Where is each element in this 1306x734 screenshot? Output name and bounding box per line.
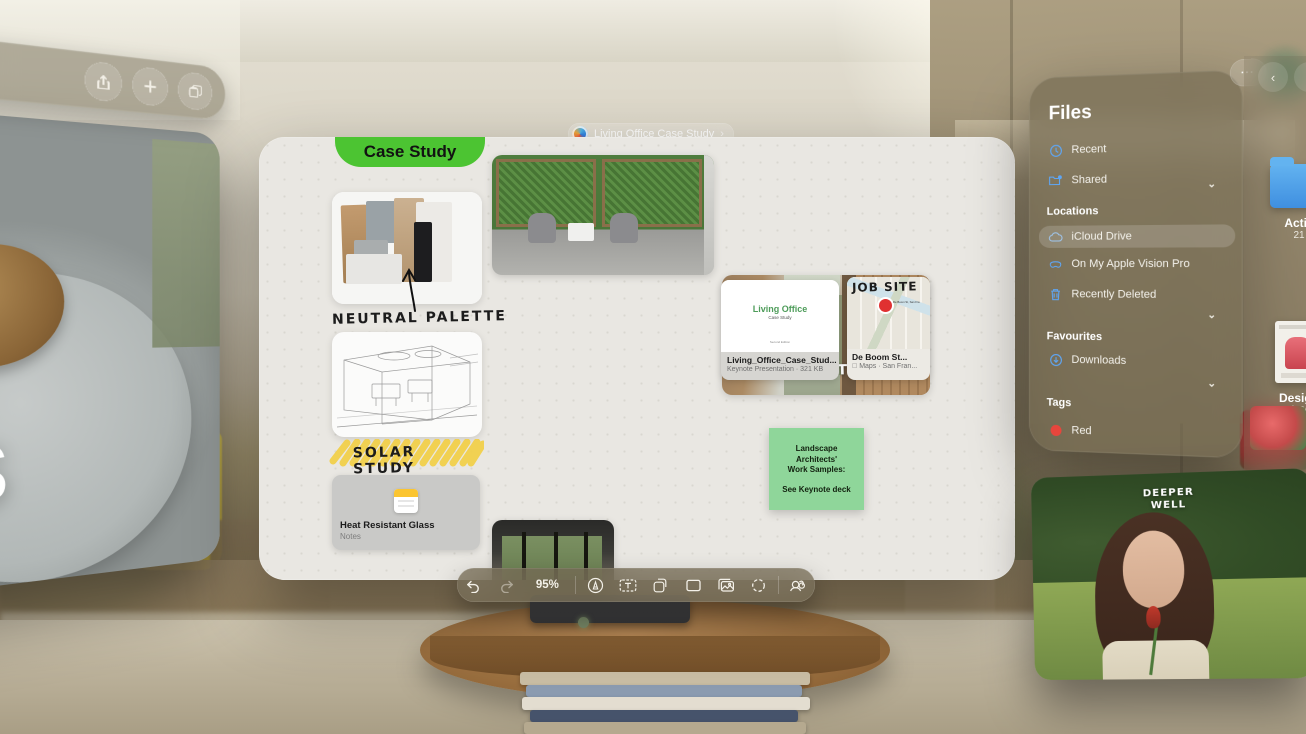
keynote-file-name: Living_Office_Case_Stud... (727, 355, 837, 365)
freeform-canvas[interactable]: Case Study NEUTRAL PALETTE SOLAR STUDY H… (259, 137, 1015, 580)
share-icon[interactable] (84, 60, 123, 103)
case-study-banner-label: Case Study (363, 142, 457, 161)
browser-item-folder[interactable]: Activ 21 (1254, 157, 1306, 241)
section-header-label: Locations (1046, 205, 1099, 218)
freeform-window[interactable]: Case Study NEUTRAL PALETTE SOLAR STUDY H… (259, 137, 1015, 580)
arrow-annotation (402, 267, 416, 312)
device-indicator-light (578, 617, 589, 628)
browser-item-meta: 21 (1293, 230, 1305, 241)
files-browser-window[interactable]: ‹ › Activ 21 Design 29/03/20 1.0 (1244, 56, 1306, 486)
map-pin-icon (879, 299, 892, 312)
annotation-solar-study: SOLAR STUDY (352, 444, 416, 478)
files-title: Files (1048, 101, 1092, 125)
document-thumbnail (1275, 321, 1306, 383)
download-icon (1049, 352, 1063, 366)
webpage-hero-image (0, 100, 220, 608)
sidebar-item-label: Downloads (1071, 353, 1127, 368)
maps-file-meta:  Maps · San Fran... (852, 363, 917, 370)
undo-icon[interactable] (457, 568, 490, 602)
chevron-down-icon[interactable]: ⌄ (1207, 310, 1216, 322)
text-box-icon[interactable] (612, 568, 645, 602)
rose-bloom (1146, 605, 1161, 629)
section-header-label: Favourites (1046, 330, 1103, 344)
keynote-preview-title: Living Office (752, 304, 808, 314)
sidebar-item-recent[interactable]: Recent (1039, 135, 1235, 162)
files-sidebar-window[interactable]: ⋯ Files Recent Shared Locations ⌄ iCloud… (1029, 58, 1267, 459)
sidebar-item-icloud-drive[interactable]: iCloud Drive (1038, 224, 1236, 248)
redo-icon[interactable] (490, 568, 523, 602)
sidebar-item-label: iCloud Drive (1071, 230, 1132, 243)
video-panel-window[interactable]: DEEPER WELL (1030, 468, 1306, 681)
video-frame[interactable]: DEEPER WELL (1030, 468, 1306, 681)
safari-webpage[interactable]: mics (0, 100, 220, 608)
freeform-toolbar[interactable]: 95% (457, 568, 815, 602)
cloud-icon (1049, 230, 1063, 244)
sticky-note[interactable]: Landscape Architects' Work Samples: See … (769, 428, 864, 510)
collaborate-icon[interactable] (782, 568, 815, 602)
chevron-down-icon[interactable]: ⌄ (1207, 179, 1216, 191)
sidebar-item-label: Recently Deleted (1071, 288, 1157, 301)
link-icon[interactable] (743, 568, 776, 602)
toolbar-divider (778, 576, 780, 594)
map-pin-label: De Boom St, San Fra (893, 300, 920, 304)
trash-icon (1049, 287, 1063, 301)
chevron-left-icon[interactable]: ‹ (1258, 62, 1288, 92)
sidebar-item-downloads[interactable]: Downloads (1039, 348, 1235, 374)
markup-pen-icon[interactable] (579, 568, 612, 602)
sidebar-item-on-my-apple-vision-pro[interactable]: On My Apple Vision Pro (1039, 253, 1235, 276)
notes-icon (394, 489, 418, 513)
sticky-note-icon[interactable] (677, 568, 710, 602)
book-stack (520, 672, 820, 734)
subject-body (1102, 639, 1211, 681)
new-tab-icon[interactable] (132, 65, 169, 108)
safari-window[interactable]: mics AA (0, 7, 240, 608)
clock-icon (1049, 143, 1063, 157)
shared-folder-icon (1049, 173, 1063, 187)
annotation-neutral-palette: NEUTRAL PALETTE (331, 308, 508, 328)
tabs-icon[interactable] (177, 70, 213, 112)
sidebar-item-label: On My Apple Vision Pro (1071, 257, 1190, 271)
browser-item-name: Activ (1284, 216, 1306, 230)
board-content[interactable]: Case Study NEUTRAL PALETTE SOLAR STUDY H… (259, 137, 1015, 580)
media-icon[interactable] (710, 568, 743, 602)
browser-item-name: Design (1278, 391, 1306, 405)
sidebar-item-label: Shared (1071, 173, 1108, 187)
chevron-down-icon[interactable]: ⌄ (1207, 378, 1216, 390)
notes-file-subtitle: Notes (340, 532, 361, 541)
photo-green-wall-lounge[interactable] (492, 155, 714, 275)
annotation-solar-study-highlight: SOLAR STUDY (329, 439, 484, 477)
shapes-icon[interactable] (645, 568, 678, 602)
annotation-job-site: JOB SITE (851, 279, 918, 295)
sidebar-item-shared[interactable]: Shared (1039, 166, 1235, 192)
watermelon-thumbnail[interactable] (1250, 406, 1306, 450)
keynote-file-card[interactable]: Living Office Case Study Second Edition … (721, 280, 839, 380)
sticky-note-line: Work Samples: (787, 465, 846, 475)
sticky-note-line: Landscape (795, 443, 838, 453)
subject-face (1122, 529, 1186, 609)
keynote-file-meta: Keynote Presentation · 321 KB (727, 366, 824, 373)
folder-icon (1270, 157, 1306, 208)
vision-pro-icon (1049, 257, 1063, 271)
keynote-preview-subtitle: Case Study (768, 315, 792, 320)
herb-sprig (152, 138, 220, 348)
red-dot-icon (1049, 423, 1063, 438)
solar-sketch-card[interactable] (332, 332, 482, 437)
notes-file-card[interactable]: Heat Resistant Glass Notes (332, 475, 480, 550)
sticky-note-line: See Keynote deck (782, 485, 851, 495)
case-study-banner[interactable]: Case Study (335, 137, 485, 167)
sidebar-section-locations: Locations ⌄ (1046, 179, 1231, 218)
maps-file-name: De Boom St... (852, 352, 908, 362)
video-subject (1093, 510, 1216, 681)
keynote-preview-footer: Second Edition (769, 340, 791, 344)
sidebar-item-label: Recent (1071, 143, 1107, 157)
zoom-level[interactable]: 95% (522, 568, 572, 602)
sidebar-item-recently-deleted[interactable]: Recently Deleted (1039, 283, 1235, 307)
maps-file-card[interactable]: De Boom St, San Fra JOB SITE De Boom St.… (847, 277, 930, 380)
toolbar-divider (575, 576, 577, 594)
sticky-note-line: Architects' (795, 454, 838, 464)
sidebar-item-label: Red (1071, 424, 1092, 438)
notes-file-title: Heat Resistant Glass (340, 520, 435, 531)
section-header-label: Tags (1046, 396, 1072, 410)
